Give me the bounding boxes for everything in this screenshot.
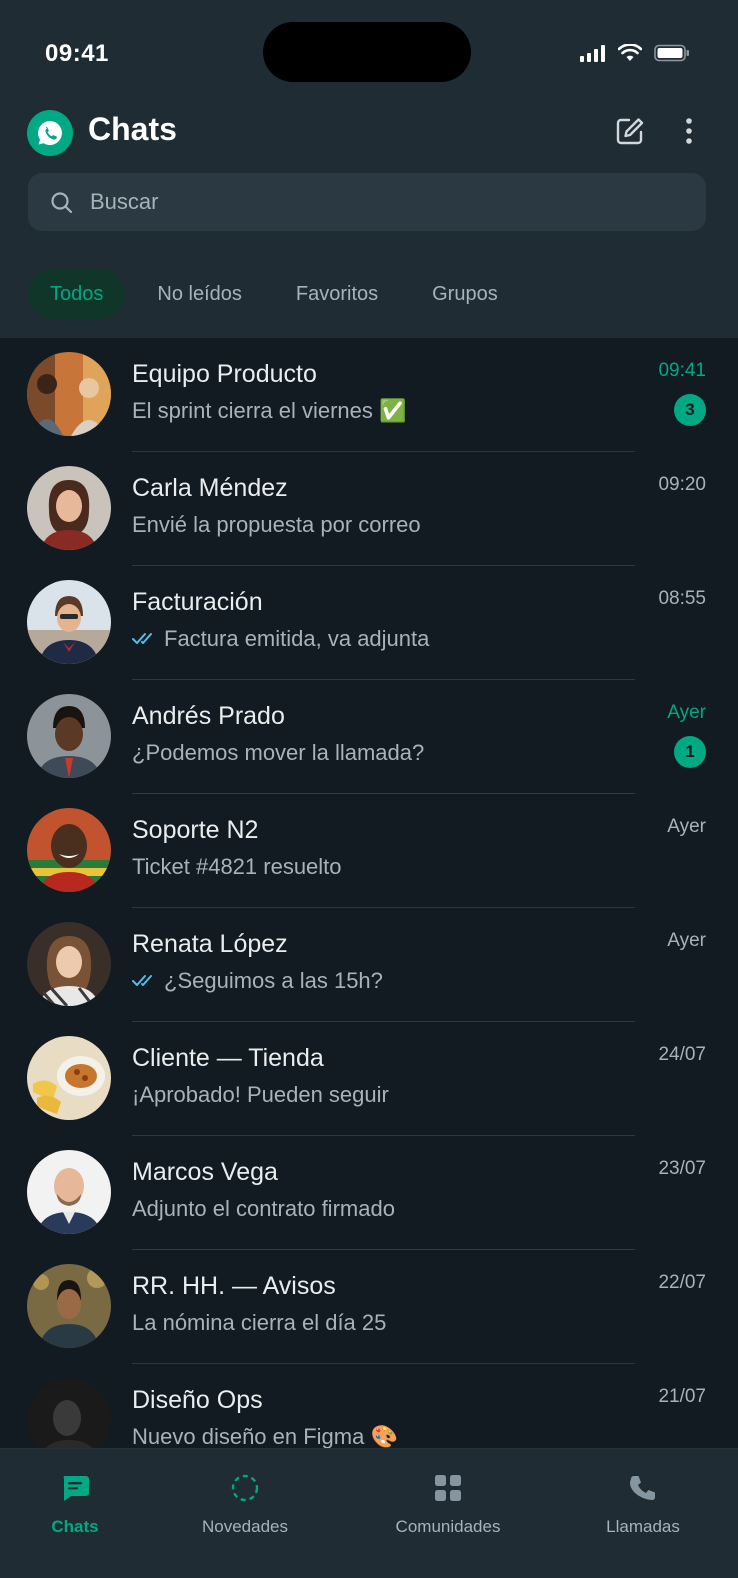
status-icons [580,44,690,62]
chat-message: ¿Podemos mover la llamada? [132,740,425,765]
chat-row[interactable]: Renata López ¿Seguimos a las 15h? Ayer [0,908,738,1022]
filter-todos[interactable]: Todos [28,269,126,319]
unread-badge: 3 [674,394,706,426]
chat-row[interactable]: Carla Méndez Envié la propuesta por corr… [0,452,738,566]
chat-name: Carla Méndez [132,474,288,502]
chat-message: Envié la propuesta por correo [132,512,421,537]
chat-row[interactable]: Soporte N2 Ticket #4821 resuelto Ayer [0,794,738,908]
unread-badge: 1 [674,736,706,768]
avatar [27,1036,111,1120]
bottom-nav: Chats Novedades Comunidades Llamadas [0,1448,738,1578]
chat-message: ¿Seguimos a las 15h? [164,968,383,993]
chat-name: Renata López [132,930,288,958]
wifi-icon [618,44,642,62]
title-row: Chats [27,108,711,156]
nav-label: Comunidades [395,1517,501,1536]
status-bar: 09:41 [0,0,738,100]
chat-time: Ayer [667,702,706,723]
chat-preview: Envié la propuesta por correo [132,512,421,538]
chat-time: Ayer [667,930,706,951]
nav-comunidades[interactable]: Comunidades [378,1449,518,1549]
chat-time: 09:20 [658,474,706,495]
search-icon [50,191,74,220]
chat-message: Adjunto el contrato firmado [132,1196,395,1221]
chat-preview: ¿Seguimos a las 15h? [132,968,383,994]
chat-name: Facturación [132,588,263,616]
chat-preview: Ticket #4821 resuelto [132,854,342,880]
chat-time: 21/07 [658,1386,706,1407]
communities-grid-icon [434,1471,462,1505]
chat-row[interactable]: Cliente — Tienda ¡Aprobado! Pueden segui… [0,1022,738,1136]
nav-novedades[interactable]: Novedades [185,1449,305,1549]
avatar [27,1264,111,1348]
chat-preview: Adjunto el contrato firmado [132,1196,395,1222]
chat-message: ¡Aprobado! Pueden seguir [132,1082,389,1107]
chat-preview: ¿Podemos mover la llamada? [132,740,424,766]
chat-time: Ayer [667,816,706,837]
filter-grupos[interactable]: Grupos [410,269,520,319]
whatsapp-logo-icon [27,110,73,156]
avatar [27,808,111,892]
chat-list: Equipo Producto El sprint cierra el vier… [0,338,738,1448]
battery-icon [654,44,690,62]
search-bar[interactable] [28,173,706,231]
nav-label: Novedades [201,1517,288,1536]
nav-chats[interactable]: Chats [30,1449,120,1549]
chat-message: El sprint cierra el viernes ✅ [132,398,407,423]
status-time: 09:41 [45,40,109,67]
chat-preview: ¡Aprobado! Pueden seguir [132,1082,389,1108]
chat-row[interactable]: Marcos Vega Adjunto el contrato firmado … [0,1136,738,1250]
chat-message: Factura emitida, va adjunta [164,626,430,651]
chat-preview: El sprint cierra el viernes ✅ [132,398,406,424]
chat-preview: Factura emitida, va adjunta [132,626,429,652]
double-check-icon [132,968,156,994]
chat-time: 23/07 [658,1158,706,1179]
chat-row[interactable]: RR. HH. — Avisos La nómina cierra el día… [0,1250,738,1364]
nav-label: Llamadas [606,1517,680,1536]
double-check-icon [132,626,156,652]
avatar [27,352,111,436]
avatar [27,580,111,664]
more-vertical-icon[interactable] [677,114,701,148]
avatar [27,694,111,778]
chat-time: 24/07 [658,1044,706,1065]
filter-chips: Todos No leídos Favoritos Grupos [28,268,530,320]
nav-llamadas[interactable]: Llamadas [588,1449,698,1549]
chat-name: Cliente — Tienda [132,1044,324,1072]
avatar [27,922,111,1006]
chat-name: Diseño Ops [132,1386,263,1414]
search-input[interactable] [90,173,670,231]
chat-time: 22/07 [658,1272,706,1293]
chat-name: Marcos Vega [132,1158,278,1186]
chat-time: 09:41 [658,360,706,381]
filter-no-leidos[interactable]: No leídos [135,269,264,319]
filter-favoritos[interactable]: Favoritos [274,269,400,319]
avatar [27,1378,111,1448]
chat-row[interactable]: Equipo Producto El sprint cierra el vier… [0,338,738,452]
chat-message: Ticket #4821 resuelto [132,854,342,879]
chat-preview: Nuevo diseño en Figma 🎨 [132,1424,398,1448]
chat-row[interactable]: Andrés Prado ¿Podemos mover la llamada? … [0,680,738,794]
chat-row[interactable]: Diseño Ops Nuevo diseño en Figma 🎨 21/07 [0,1364,738,1448]
chat-name: RR. HH. — Avisos [132,1272,336,1300]
chat-name: Soporte N2 [132,816,259,844]
chat-time: 08:55 [658,588,706,609]
chat-name: Equipo Producto [132,360,317,388]
status-ring-icon [230,1471,260,1505]
chat-preview: La nómina cierra el día 25 [132,1310,386,1336]
nav-label: Chats [51,1517,99,1536]
chat-name: Andrés Prado [132,702,285,730]
avatar [27,466,111,550]
chat-message: Nuevo diseño en Figma 🎨 [132,1424,398,1448]
chat-bubble-icon [60,1471,90,1505]
chat-row[interactable]: Facturación Factura emitida, va adjunta … [0,566,738,680]
top-header: 09:41 Chats To [0,0,738,338]
phone-icon [628,1471,658,1505]
avatar [27,1150,111,1234]
signal-icon [580,44,606,62]
dynamic-island [263,22,471,82]
chat-message: La nómina cierra el día 25 [132,1310,387,1335]
compose-icon[interactable] [613,114,647,148]
page-title: Chats [88,111,177,147]
